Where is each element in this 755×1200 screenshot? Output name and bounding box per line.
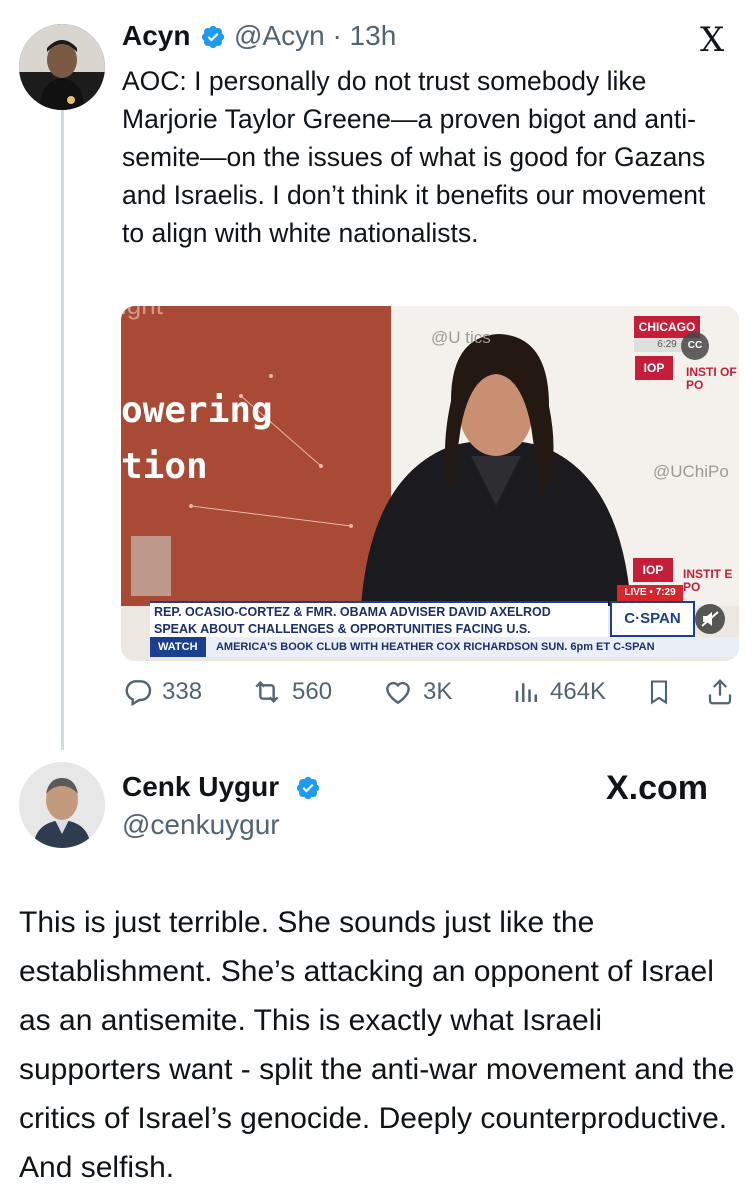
verified-badge-icon bbox=[200, 24, 226, 55]
heart-icon bbox=[386, 681, 410, 705]
views-count: 464K bbox=[550, 678, 607, 705]
repost-count: 560 bbox=[292, 678, 333, 705]
bookmark-icon bbox=[650, 680, 668, 705]
backdrop-text-2: tion bbox=[121, 446, 208, 487]
video-player[interactable]: ight owering tion @U tics @UChiPo CHICAG… bbox=[121, 306, 739, 661]
reply-action[interactable]: 338 bbox=[122, 676, 202, 708]
author-handle[interactable]: @cenkuygur bbox=[122, 809, 280, 841]
cenk-avatar[interactable] bbox=[19, 762, 105, 848]
ticker-watch-label: WATCH bbox=[150, 637, 206, 657]
like-count: 3K bbox=[423, 678, 453, 705]
bookmark-button[interactable] bbox=[645, 676, 673, 708]
thread-line bbox=[61, 110, 64, 750]
banner-handle-text: @UChiPo bbox=[653, 462, 729, 481]
x-logo-icon[interactable]: X bbox=[700, 20, 724, 60]
mute-button[interactable] bbox=[695, 604, 725, 634]
acyn-avatar[interactable] bbox=[19, 24, 105, 110]
chyron-line-1: REP. OCASIO-CORTEZ & FMR. OBAMA ADVISER … bbox=[154, 605, 551, 619]
banner-source-text: @U tics bbox=[431, 328, 491, 347]
repost-icon bbox=[255, 680, 279, 704]
muted-speaker-icon bbox=[701, 611, 719, 627]
views-chart-icon bbox=[515, 683, 537, 702]
author-name[interactable]: Cenk Uygur bbox=[122, 771, 279, 803]
tweet-text: AOC: I personally do not trust somebody … bbox=[122, 66, 706, 248]
backdrop-text-top: ight bbox=[121, 306, 163, 321]
live-badge: LIVE • 7:29 bbox=[617, 585, 683, 601]
author-name[interactable]: Acyn bbox=[122, 20, 190, 52]
closed-captions-button[interactable]: CC bbox=[681, 332, 709, 360]
cspan-logo: C·SPAN bbox=[610, 601, 695, 637]
reply-count: 338 bbox=[162, 678, 203, 705]
ticker-bar: WATCH AMERICA'S BOOK CLUB WITH HEATHER C… bbox=[150, 637, 739, 657]
chyron: REP. OCASIO-CORTEZ & FMR. OBAMA ADVISER … bbox=[150, 601, 608, 637]
x-com-label[interactable]: X.com bbox=[606, 769, 708, 808]
tweet-text: This is just terrible. She sounds just l… bbox=[19, 906, 735, 1184]
iop-sign-top: IOP bbox=[635, 356, 673, 380]
ticker-text: AMERICA'S BOOK CLUB WITH HEATHER COX RIC… bbox=[215, 641, 655, 653]
backdrop-text-1: owering bbox=[121, 390, 273, 431]
like-action[interactable]: 3K bbox=[381, 676, 452, 708]
chyron-line-2: SPEAK ABOUT CHALLENGES & OPPORTUNITIES F… bbox=[154, 622, 531, 636]
institute-sign-bottom: INSTIT E PO bbox=[683, 567, 733, 594]
iop-sign-bottom: IOP bbox=[633, 558, 673, 582]
share-icon bbox=[708, 679, 732, 705]
views-action[interactable]: 464K bbox=[512, 676, 606, 708]
reply-icon bbox=[125, 680, 152, 707]
repost-action[interactable]: 560 bbox=[250, 676, 332, 708]
verified-badge-icon bbox=[295, 775, 321, 806]
author-handle-time[interactable]: @Acyn · 13h bbox=[234, 20, 396, 52]
share-button[interactable] bbox=[705, 676, 735, 708]
institute-sign-top: INSTI OF PO bbox=[686, 365, 737, 392]
